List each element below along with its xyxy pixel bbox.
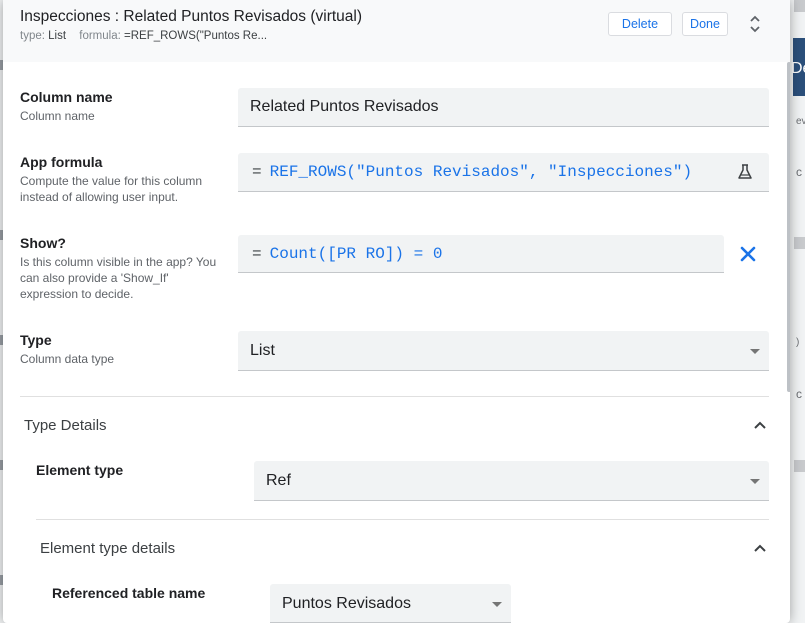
dialog-header: Inspecciones : Related Puntos Revisados … [3,0,790,62]
element-type-label: Element type [36,462,124,478]
chevron-down-icon [750,479,760,484]
chevron-down-icon [750,349,760,354]
background-text: c [796,165,802,179]
app-formula-input[interactable]: = REF_ROWS("Puntos Revisados", "Inspeccio… [238,153,769,192]
background-text: ev [796,116,805,127]
delete-button[interactable]: Delete [608,12,672,36]
divider [20,396,769,397]
app-formula-value: REF_ROWS("Puntos Revisados", "Inspeccion… [269,163,693,181]
flask-icon[interactable] [737,163,753,181]
column-name-value: Related Puntos Revisados [250,98,439,115]
background-text: ) [796,337,800,348]
close-icon[interactable] [739,245,757,263]
show-description: Is this column visible in the app? You c… [20,255,217,301]
app-formula-expression: = REF_ROWS("Puntos Revisados", "Inspeccio… [252,163,692,181]
column-editor-dialog: Inspecciones : Related Puntos Revisados … [3,0,790,623]
column-name-input[interactable]: Related Puntos Revisados [238,88,769,127]
background-icon [794,0,805,12]
chevron-down-icon [492,602,502,607]
background-icon [794,237,805,249]
app-formula-label: App formula [20,154,103,170]
referenced-table-value: Puntos Revisados [282,595,411,612]
element-type-select[interactable]: Ref [254,461,769,501]
scrollbar-thumb[interactable] [787,62,790,392]
show-label: Show? [20,235,66,251]
formula-key: formula: [79,30,121,42]
dialog-title: Inspecciones : Related Puntos Revisados … [20,8,363,25]
dialog-subtitle: type: List formula: =REF_ROWS("Puntos Re… [20,30,267,42]
show-if-value: Count([PR RO]) = 0 [269,245,443,263]
show-if-input[interactable]: = Count([PR RO]) = 0 [238,235,724,273]
element-type-details-title: Element type details [40,540,176,557]
background-icon [794,460,805,472]
type-value: List [250,342,275,359]
background-text: De [791,60,805,77]
app-formula-description: Compute the value for this column instea… [20,174,203,204]
column-name-description: Column name [20,109,95,123]
chevron-up-icon[interactable] [753,420,767,430]
type-details-title: Type Details [24,417,107,434]
type-key: type: [20,30,45,42]
type-label: Type [20,332,52,348]
type-description: Column data type [20,352,115,366]
background-text: c [796,387,802,401]
type-select[interactable]: List [238,331,769,371]
chevron-up-icon[interactable] [753,543,767,553]
done-button[interactable]: Done [682,12,728,36]
referenced-table-select[interactable]: Puntos Revisados [270,584,511,623]
unfold-more-icon[interactable] [747,14,763,34]
formula-equals: = [252,163,262,181]
show-if-expression: = Count([PR RO]) = 0 [252,245,442,263]
formula-equals: = [252,245,262,263]
formula-value: =REF_ROWS("Puntos Re... [124,30,268,42]
type-value: List [48,30,67,42]
column-name-label: Column name [20,89,113,105]
divider [36,519,769,520]
element-type-value: Ref [266,472,291,489]
referenced-table-label: Referenced table name [52,585,206,601]
